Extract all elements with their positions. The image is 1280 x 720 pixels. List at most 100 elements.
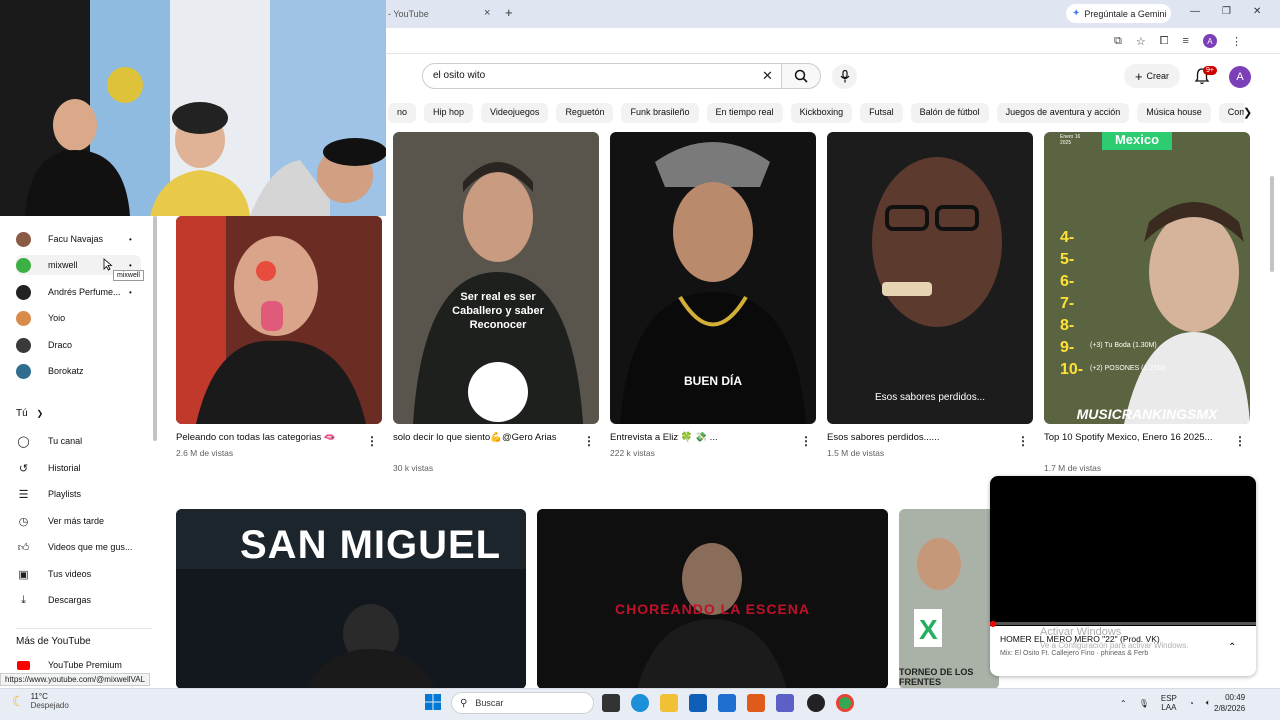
sidebar-item-liked-videos[interactable]: 👍︎ Videos que me gus... <box>16 537 141 557</box>
chip[interactable]: Kickboxing <box>790 103 853 123</box>
video-title[interactable]: Esos sabores perdidos...... <box>827 431 1002 444</box>
sidebar-item-youtube-premium[interactable]: YouTube Premium <box>16 655 141 675</box>
search-icon <box>794 69 808 83</box>
video-thumbnail[interactable]: Mexico Enero 16 2025 4- 5- 6- 7- 8- 9- 1… <box>1044 132 1250 424</box>
video-thumbnail[interactable]: BUEN DÍA <box>610 132 816 424</box>
sidebar-scrollbar[interactable] <box>153 216 157 441</box>
thumbnail-image <box>827 132 1033 424</box>
mini-player-progress[interactable] <box>990 622 1256 625</box>
tab-close-button[interactable]: × <box>484 7 490 19</box>
video-thumbnail[interactable]: X TORNEO DE LOS FRENTES <box>899 509 999 689</box>
subscription-item[interactable]: Yoio <box>16 308 141 328</box>
more-options-icon[interactable]: ⋮ <box>1234 434 1246 448</box>
sidebar-item-your-videos[interactable]: ▣ Tus videos <box>16 564 141 584</box>
more-options-icon[interactable]: ⋮ <box>1017 434 1029 448</box>
chip[interactable]: Hip hop <box>424 103 474 123</box>
teams-icon[interactable] <box>776 694 794 712</box>
chip[interactable]: no <box>388 103 417 123</box>
video-title[interactable]: solo decir lo que siento💪@Gero Arias <box>393 431 568 444</box>
subscription-item[interactable]: Andrés Perfume... • <box>16 282 141 302</box>
tray-chevron-icon[interactable]: ⌃ <box>1120 699 1127 708</box>
sidebar-item-history[interactable]: ↺ Historial <box>16 458 141 478</box>
microphone-icon[interactable]: 🎙︎ <box>1139 699 1149 708</box>
you-section-heading[interactable]: Tú ❯ <box>16 408 43 419</box>
rank-number: 6- <box>1060 273 1075 290</box>
channel-avatar <box>16 310 31 326</box>
clock[interactable]: 00:49 2/8/2026 <box>1214 692 1245 714</box>
chip[interactable]: Funk brasileño <box>621 103 699 123</box>
outlook-icon[interactable] <box>718 694 736 712</box>
restore-button[interactable]: ❐ <box>1222 6 1231 17</box>
extensions-icon[interactable]: ⧠ <box>1160 35 1169 48</box>
channel-avatar <box>16 231 31 247</box>
sidebar-item-label: Ver más tarde <box>48 516 105 526</box>
volume-icon[interactable]: 🔈︎ <box>1206 698 1211 708</box>
close-window-button[interactable]: ✕ <box>1253 6 1261 17</box>
new-tab-button[interactable]: + <box>505 5 513 20</box>
task-view-icon[interactable] <box>602 694 620 712</box>
create-button[interactable]: + Crear <box>1124 64 1180 88</box>
edge-icon[interactable] <box>631 694 649 712</box>
subscription-item[interactable]: Facu Navajas • <box>16 229 141 249</box>
chrome-icon[interactable] <box>836 694 854 712</box>
sidebar-item-downloads[interactable]: ⤓ Descargas <box>16 590 141 610</box>
video-thumbnail[interactable] <box>176 216 382 424</box>
chips-next-icon[interactable]: ❯ <box>1243 106 1252 119</box>
taskbar-search[interactable]: ⚲ Buscar <box>451 692 594 714</box>
browser-tab[interactable]: - YouTube × <box>388 4 498 24</box>
chip[interactable]: Juegos de aventura y acción <box>996 103 1130 123</box>
file-explorer-icon[interactable] <box>660 694 678 712</box>
sidebar-item-watch-later[interactable]: ◷ Ver más tarde <box>16 511 141 531</box>
chip[interactable]: Música house <box>1137 103 1211 123</box>
mini-player-video[interactable] <box>990 476 1256 626</box>
chip[interactable]: Futsal <box>860 103 903 123</box>
more-options-icon[interactable]: ⋮ <box>583 434 595 448</box>
weather-widget[interactable]: ☾ 11°C Despejado <box>12 692 69 710</box>
video-title[interactable]: Entrevista a Eliz 🍀 💸 ... <box>610 431 785 444</box>
plus-icon: + <box>1134 68 1143 84</box>
browser-profile-avatar[interactable]: A <box>1202 34 1217 48</box>
minimize-button[interactable]: — <box>1190 6 1200 17</box>
language-indicator[interactable]: ESP LAA <box>1161 694 1177 712</box>
video-thumbnail[interactable]: SAN MIGUEL <box>176 509 526 689</box>
page-scrollbar[interactable] <box>1270 176 1274 272</box>
store-icon[interactable] <box>689 694 707 712</box>
bookmark-star-icon[interactable]: ☆ <box>1136 35 1146 48</box>
rank-number: 4- <box>1060 229 1075 246</box>
subscription-item[interactable]: Draco <box>16 335 141 355</box>
more-options-icon[interactable]: ⋮ <box>800 434 812 448</box>
status-url: https://www.youtube.com/@mixwellVAL <box>0 673 151 686</box>
voice-search-button[interactable] <box>832 64 857 89</box>
gemini-button[interactable]: ✦ Pregúntale a Gemini <box>1066 4 1171 23</box>
video-thumbnail[interactable]: CHOREANDO LA ESCENA <box>537 509 888 689</box>
app-icon[interactable] <box>807 694 825 712</box>
clear-search-icon[interactable]: ✕ <box>762 68 773 84</box>
brave-icon[interactable] <box>747 694 765 712</box>
progress-handle[interactable] <box>990 621 996 627</box>
video-thumbnail[interactable]: Esos sabores perdidos... <box>827 132 1033 424</box>
taskbar-search-label: Buscar <box>475 698 504 708</box>
search-button[interactable] <box>781 63 821 89</box>
install-app-icon[interactable]: ⧉ <box>1114 35 1122 48</box>
subscription-item[interactable]: Borokatz <box>16 361 141 381</box>
video-title[interactable]: Peleando con todas las categorias 🫦 <box>176 431 361 444</box>
video-thumbnail[interactable]: Ser real es ser Caballero y saber Recono… <box>393 132 599 424</box>
chip[interactable]: Balón de fútbol <box>910 103 989 123</box>
video-title[interactable]: Top 10 Spotify Mexico, Enero 16 2025... <box>1044 431 1219 444</box>
chevron-up-icon[interactable]: ⌃ <box>1228 642 1236 653</box>
chip[interactable]: Reguetón <box>556 103 614 123</box>
sidebar-item-playlists[interactable]: ☰ Playlists <box>16 484 141 504</box>
search-input[interactable]: el osito wito <box>422 63 782 89</box>
more-options-icon[interactable]: ⋮ <box>366 434 378 448</box>
sidebar-item-your-channel[interactable]: ◯ Tu canal <box>16 431 141 451</box>
video-views: 1.5 M de vistas <box>827 448 885 458</box>
chip[interactable]: Come <box>1218 103 1244 123</box>
chip[interactable]: Videojuegos <box>481 103 549 123</box>
windows-start-icon[interactable] <box>425 694 441 710</box>
browser-menu-icon[interactable]: ⋮ <box>1231 35 1242 48</box>
category-chips: no Hip hop Videojuegos Reguetón Funk bra… <box>388 103 1244 123</box>
account-avatar[interactable]: A <box>1229 66 1251 88</box>
wifi-icon[interactable]: ◔ <box>1189 699 1194 708</box>
reading-list-icon[interactable]: ≡ <box>1183 35 1189 47</box>
chip[interactable]: En tiempo real <box>706 103 783 123</box>
